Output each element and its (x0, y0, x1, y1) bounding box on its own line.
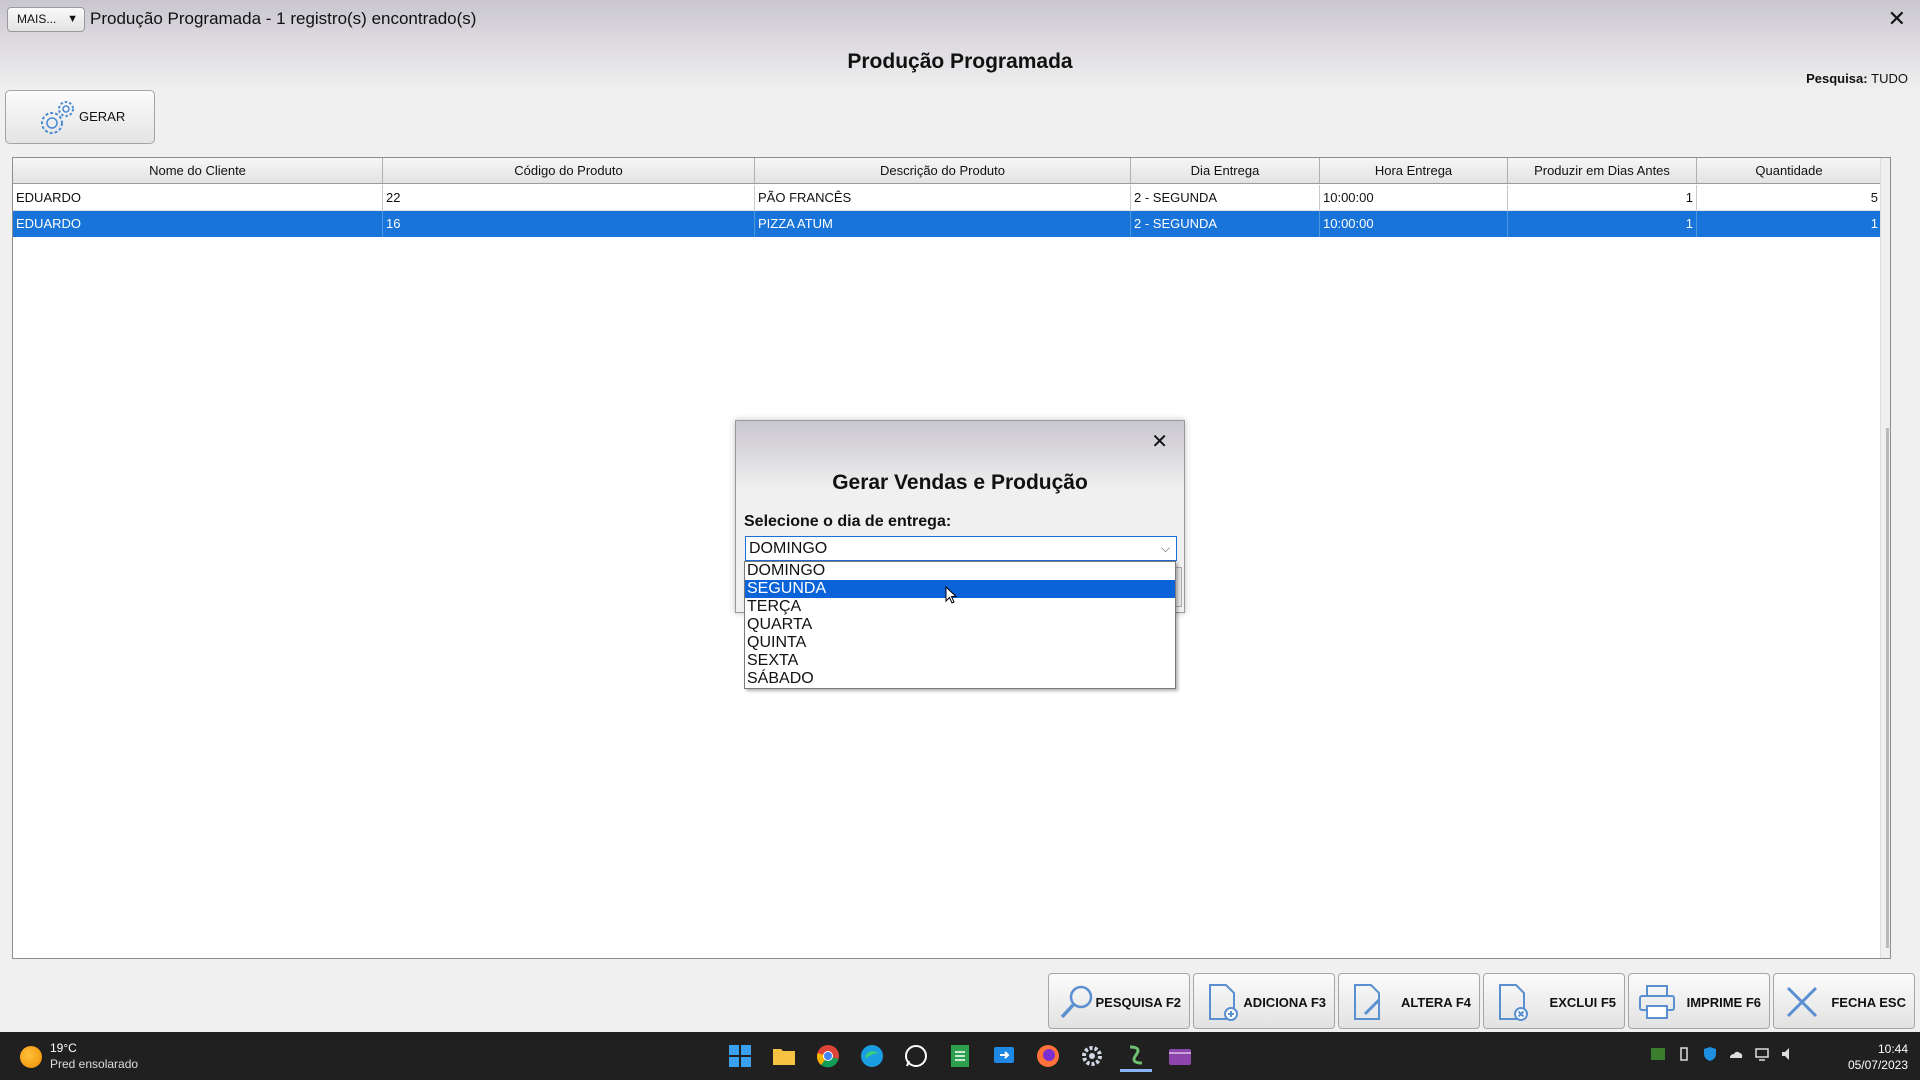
exclui-button[interactable]: EXCLUI F5 (1483, 973, 1625, 1029)
delivery-day-label: Selecione o dia de entrega: (744, 513, 952, 530)
chrome-icon[interactable] (812, 1040, 844, 1072)
table-cell: PIZZA ATUM (755, 211, 1131, 237)
table-row-selected[interactable]: EDUARDO 16 PIZZA ATUM 2 - SEGUNDA 10:00:… (13, 211, 1882, 237)
network-icon[interactable] (1754, 1046, 1770, 1062)
dropdown-option[interactable]: QUARTA (745, 616, 1175, 634)
remote-app-icon[interactable] (988, 1040, 1020, 1072)
onedrive-icon[interactable] (1728, 1046, 1744, 1062)
settings-gear-icon[interactable] (1076, 1040, 1108, 1072)
dropdown-option-highlighted[interactable]: SEGUNDA (745, 580, 1175, 598)
taskbar-apps (724, 1040, 1196, 1072)
windows-taskbar: 19°C Pred ensolarado 10:44 05/07/2023 (0, 1032, 1920, 1080)
video-editor-icon[interactable] (1164, 1040, 1196, 1072)
exclui-label: EXCLUI F5 (1549, 995, 1616, 1010)
gerar-label: GERAR (79, 109, 126, 124)
delivery-day-select[interactable]: DOMINGO ⌵ (745, 536, 1177, 561)
gears-icon (41, 101, 74, 134)
table-cell: 1 (1508, 211, 1697, 237)
mais-label: MAIS... (17, 12, 57, 26)
add-document-icon (1209, 984, 1238, 1021)
edit-document-icon (1354, 984, 1381, 1020)
whatsapp-icon[interactable] (900, 1040, 932, 1072)
table-cell: 16 (383, 211, 755, 237)
table-cell: EDUARDO (13, 185, 383, 210)
dialog-button-edge[interactable] (1176, 567, 1182, 607)
altera-button[interactable]: ALTERA F4 (1338, 973, 1480, 1029)
adiciona-button[interactable]: ADICIONA F3 (1193, 973, 1335, 1029)
file-explorer-icon[interactable] (768, 1040, 800, 1072)
security-shield-icon[interactable] (1702, 1046, 1718, 1062)
title-bar: MAIS... ▼ Produção Programada - 1 regist… (0, 0, 1920, 40)
delete-document-icon (1499, 984, 1528, 1021)
dropdown-option[interactable]: SÁBADO (745, 670, 1175, 688)
column-header[interactable]: Hora Entrega (1320, 158, 1508, 183)
pesquisa-button[interactable]: PESQUISA F2 (1048, 973, 1190, 1029)
search-status: Pesquisa: TUDO (1806, 71, 1908, 86)
dropdown-option[interactable]: QUINTA (745, 634, 1175, 652)
dropdown-arrow-icon: ▼ (67, 13, 78, 25)
table-cell: 10:00:00 (1320, 211, 1508, 237)
table-cell: 2 - SEGUNDA (1131, 211, 1320, 237)
table-cell: 2 - SEGUNDA (1131, 185, 1320, 210)
system-tray (1650, 1046, 1796, 1062)
close-x-icon (1786, 986, 1818, 1018)
column-header[interactable]: Nome do Cliente (13, 158, 383, 183)
window-title: Produção Programada - 1 registro(s) enco… (90, 9, 477, 28)
search-status-label: Pesquisa: (1806, 71, 1868, 86)
dropdown-option[interactable]: DOMINGO (745, 562, 1175, 580)
weather-sun-icon[interactable] (20, 1046, 42, 1068)
grid-scrollbar[interactable] (1880, 158, 1890, 958)
table-cell: 1 (1697, 211, 1882, 237)
dropdown-option[interactable]: SEXTA (745, 652, 1175, 670)
dialog-title: Gerar Vendas e Produção (832, 471, 1088, 494)
table-row[interactable]: EDUARDO 22 PÃO FRANCÊS 2 - SEGUNDA 10:00… (13, 185, 1882, 211)
select-value: DOMINGO (749, 540, 828, 557)
page-title: Produção Programada (847, 50, 1073, 73)
fecha-button[interactable]: FECHA ESC (1773, 973, 1915, 1029)
clock-time: 10:44 (1877, 1042, 1908, 1056)
table-cell: 5 (1697, 185, 1882, 210)
table-cell: PÃO FRANCÊS (755, 185, 1131, 210)
mais-dropdown-button[interactable]: MAIS... ▼ (7, 7, 85, 32)
firefox-icon[interactable] (1032, 1040, 1064, 1072)
table-cell: EDUARDO (13, 211, 383, 237)
mouse-pointer-icon (945, 586, 957, 604)
column-header[interactable]: Descrição do Produto (755, 158, 1131, 183)
windows-start-icon[interactable] (724, 1040, 756, 1072)
column-header[interactable]: Quantidade (1697, 158, 1882, 183)
edge-icon[interactable] (856, 1040, 888, 1072)
pesquisa-label: PESQUISA F2 (1095, 995, 1181, 1010)
weather-description[interactable]: Pred ensolarado (50, 1057, 138, 1071)
tray-app-icon[interactable] (1650, 1046, 1666, 1062)
production-app-icon[interactable] (1120, 1040, 1152, 1072)
column-header[interactable]: Produzir em Dias Antes (1508, 158, 1697, 183)
dialog-close-button[interactable]: ✕ (1151, 429, 1168, 454)
fecha-label: FECHA ESC (1831, 995, 1906, 1010)
grid-header: Nome do Cliente Código do Produto Descri… (13, 158, 1882, 184)
delivery-day-dropdown-list[interactable]: DOMINGO SEGUNDA TERÇA QUARTA QUINTA SEXT… (744, 561, 1176, 689)
printer-icon (1639, 985, 1675, 1019)
scrollbar-thumb[interactable] (1886, 428, 1889, 948)
usb-icon[interactable] (1676, 1046, 1692, 1062)
spreadsheet-app-icon[interactable] (944, 1040, 976, 1072)
column-header[interactable]: Código do Produto (383, 158, 755, 183)
speaker-icon[interactable] (1780, 1046, 1796, 1062)
imprime-button[interactable]: IMPRIME F6 (1628, 973, 1770, 1029)
window-close-button[interactable]: ✕ (1888, 6, 1906, 32)
chevron-down-icon: ⌵ (1160, 541, 1170, 555)
altera-label: ALTERA F4 (1400, 995, 1471, 1010)
magnifier-icon (1060, 985, 1093, 1019)
system-clock[interactable]: 10:44 05/07/2023 (1848, 1041, 1908, 1073)
search-status-value: TUDO (1871, 71, 1908, 86)
table-cell: 10:00:00 (1320, 185, 1508, 210)
imprime-label: IMPRIME F6 (1686, 995, 1761, 1010)
clock-date: 05/07/2023 (1847, 1058, 1908, 1072)
table-cell: 1 (1508, 185, 1697, 210)
table-cell: 22 (383, 185, 755, 210)
adiciona-label: ADICIONA F3 (1243, 995, 1326, 1010)
gerar-button[interactable]: GERAR (5, 90, 155, 144)
column-header[interactable]: Dia Entrega (1131, 158, 1320, 183)
dropdown-option[interactable]: TERÇA (745, 598, 1175, 616)
weather-temperature[interactable]: 19°C (50, 1041, 77, 1055)
